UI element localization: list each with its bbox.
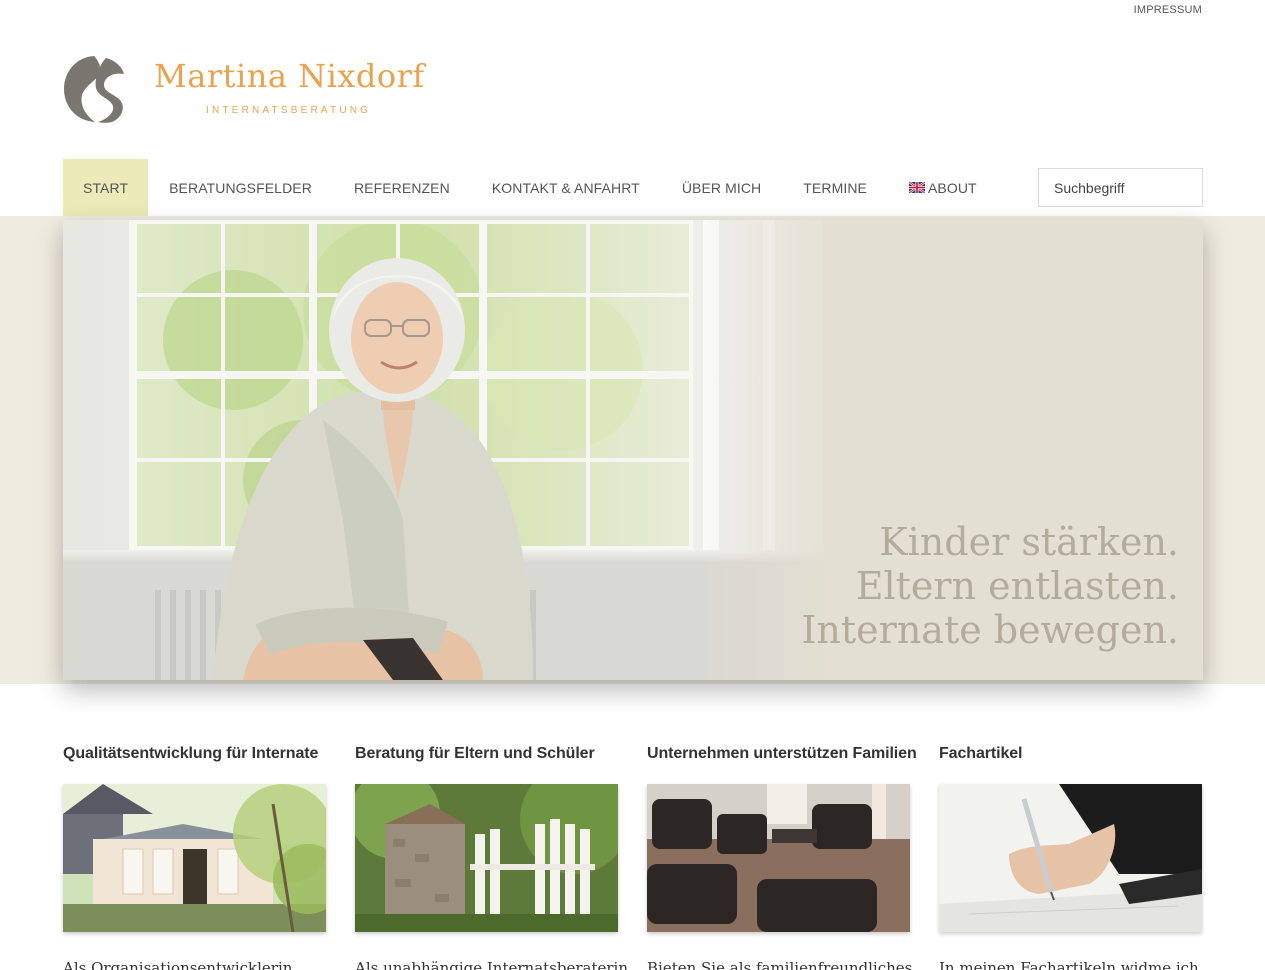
nav-item-start[interactable]: START [63, 159, 149, 216]
feature-title[interactable]: Unternehmen unterstützen Familien [647, 744, 917, 764]
feature-card-qualitaetsentwicklung: Qualitätsentwicklung für Internate Als O… [63, 744, 326, 970]
feature-text: In meinen Fachartikeln widme ich [939, 959, 1199, 970]
brand-tagline: INTERNATSBERATUNG [206, 105, 372, 116]
feature-card-fachartikel: Fachartikel In meinen Fachartikeln widme… [939, 744, 1202, 970]
house-photo[interactable] [63, 784, 326, 932]
feature-text: Bieten Sie als familienfreundliches [647, 959, 913, 970]
nav-item-referenzen[interactable]: REFERENZEN [333, 159, 471, 216]
impressum-link[interactable]: IMPRESSUM [1134, 4, 1202, 16]
site-logo[interactable]: Martina Nixdorf INTERNATSBERATUNG [62, 52, 425, 124]
search-input[interactable] [1038, 168, 1203, 207]
brand-name: Martina Nixdorf [154, 57, 425, 95]
feature-title[interactable]: Beratung für Eltern und Schüler [355, 744, 618, 764]
feature-text: Als Organisationsentwicklerin [63, 959, 293, 970]
uk-flag-icon [908, 182, 925, 193]
hero-banner: Kinder stärken. Eltern entlasten. Intern… [63, 220, 1203, 680]
logo-mark-icon [64, 56, 124, 123]
nav-item-about-label: ABOUT [927, 179, 977, 196]
hero-line: Internate bewegen. [801, 608, 1179, 652]
lounge-chairs-photo[interactable] [647, 784, 910, 932]
main-navigation: START BERATUNGSFELDER REFERENZEN KONTAKT… [63, 159, 998, 216]
nav-item-ueber-mich[interactable]: ÜBER MICH [661, 159, 782, 216]
nav-item-kontakt-anfahrt[interactable]: KONTAKT & ANFAHRT [471, 159, 661, 216]
nav-item-termine[interactable]: TERMINE [782, 159, 888, 216]
top-utility-bar: IMPRESSUM [1134, 4, 1202, 16]
feature-text: Als unabhängige Internatsberaterin [355, 959, 628, 970]
feature-card-beratung: Beratung für Eltern und Schüler Als unab… [355, 744, 628, 970]
garden-gate-photo[interactable] [355, 784, 618, 932]
feature-title[interactable]: Qualitätsentwicklung für Internate [63, 744, 326, 764]
writing-hand-photo[interactable] [939, 784, 1202, 932]
nav-item-beratungsfelder[interactable]: BERATUNGSFELDER [148, 159, 333, 216]
feature-title[interactable]: Fachartikel [939, 744, 1202, 764]
hero-line: Eltern entlasten. [855, 564, 1179, 608]
nav-item-about[interactable]: ABOUT [888, 159, 998, 216]
feature-card-unternehmen: Unternehmen unterstützen Familien Bieten… [647, 744, 917, 970]
hero-line: Kinder stärken. [879, 520, 1179, 564]
feature-teasers: Qualitätsentwicklung für Internate Als O… [63, 744, 1203, 970]
hero-tagline: Kinder stärken. Eltern entlasten. Intern… [801, 520, 1179, 652]
